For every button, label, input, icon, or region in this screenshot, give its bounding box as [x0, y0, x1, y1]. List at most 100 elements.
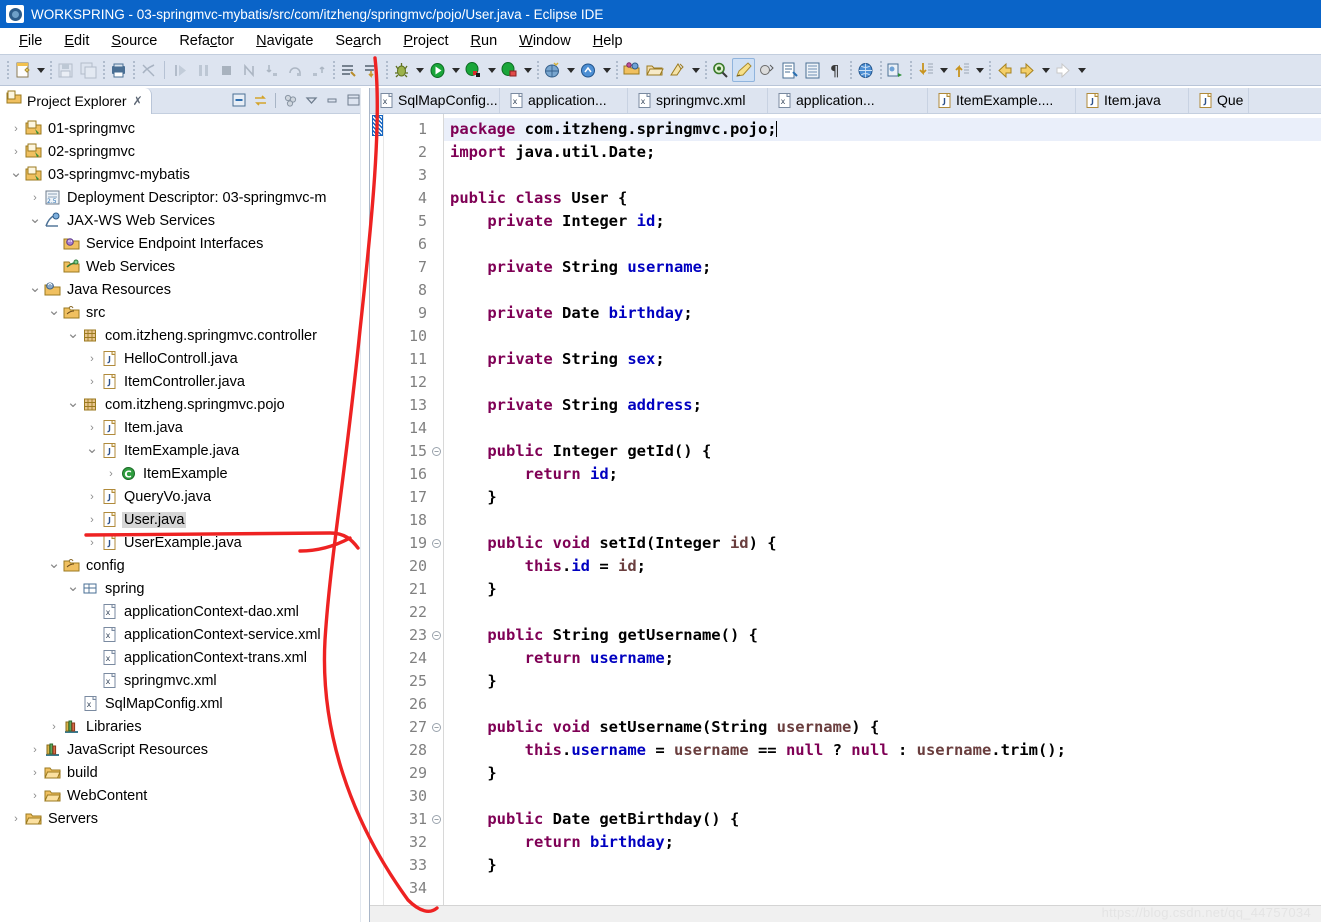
tree-item[interactable]: ⌄ config [0, 554, 369, 577]
view-menu-dots-icon[interactable] [280, 91, 301, 111]
code-line[interactable] [444, 233, 1321, 256]
editor-tab[interactable]: x SqlMapConfig... [370, 88, 500, 113]
java-editor[interactable]: 1 2 3 4 5 6 7 8 9 10 11 12 13 14 15−16 17 18 19−20 21 22 23−… [370, 114, 1321, 905]
next-annotation-icon[interactable] [914, 58, 937, 82]
code-line[interactable]: private String sex; [444, 348, 1321, 371]
chevron-right-icon[interactable]: › [84, 376, 100, 388]
code-line[interactable] [444, 325, 1321, 348]
terminate-icon[interactable] [215, 58, 238, 82]
step-return-icon[interactable] [307, 58, 330, 82]
chevron-down-icon[interactable]: ⌄ [46, 554, 62, 572]
forward-disabled-dropdown-arrow[interactable] [1075, 58, 1088, 82]
skip-breakpoints-icon[interactable] [337, 58, 360, 82]
collapse-all-icon[interactable] [229, 91, 250, 111]
previous-annotation-dropdown-arrow[interactable] [973, 58, 986, 82]
menu-item-search[interactable]: Search [324, 33, 392, 49]
code-line[interactable] [444, 877, 1321, 900]
code-line[interactable]: package com.itzheng.springmvc.pojo; [444, 118, 1321, 141]
print-icon[interactable] [107, 58, 130, 82]
fold-collapse-icon[interactable]: − [432, 815, 441, 824]
tree-item[interactable]: ⌄ com.itzheng.springmvc.controller [0, 324, 369, 347]
save-all-icon[interactable] [77, 58, 100, 82]
tree-item[interactable]: ⌄ 03-springmvc-mybatis [0, 163, 369, 186]
chevron-down-icon[interactable]: ⌄ [27, 209, 43, 227]
open-type-icon[interactable] [620, 58, 643, 82]
new-java-class-icon[interactable] [778, 58, 801, 82]
tree-item[interactable]: › 01-springmvc [0, 117, 369, 140]
code-line[interactable] [444, 509, 1321, 532]
chevron-right-icon[interactable]: › [27, 790, 43, 802]
tree-item[interactable]: › User.java [0, 508, 369, 531]
chevron-right-icon[interactable]: › [84, 537, 100, 549]
code-line[interactable] [444, 417, 1321, 440]
external-tools-icon[interactable] [498, 58, 521, 82]
tree-item[interactable]: ⌄ spring [0, 577, 369, 600]
tree-item[interactable]: ⌄ ItemExample.java [0, 439, 369, 462]
tree-item[interactable]: › Servers [0, 807, 369, 830]
chevron-right-icon[interactable]: › [46, 721, 62, 733]
fold-collapse-icon[interactable]: − [432, 447, 441, 456]
code-line[interactable]: public void setId(Integer id) { [444, 532, 1321, 555]
menu-item-window[interactable]: Window [508, 33, 582, 49]
tree-item[interactable]: › 02-springmvc [0, 140, 369, 163]
run-dropdown-arrow[interactable] [449, 58, 462, 82]
editor-tab[interactable]: x application... [768, 88, 928, 113]
profile-icon[interactable] [577, 58, 600, 82]
tree-item[interactable]: x applicationContext-service.xml [0, 623, 369, 646]
next-annotation-dropdown-arrow[interactable] [937, 58, 950, 82]
disconnect-icon[interactable] [238, 58, 261, 82]
toggle-block-selection-icon[interactable] [801, 58, 824, 82]
chevron-right-icon[interactable]: › [84, 422, 100, 434]
show-whitespace-icon[interactable]: ¶ [824, 58, 847, 82]
code-line[interactable] [444, 693, 1321, 716]
menu-item-refactor[interactable]: Refactor [168, 33, 245, 49]
coverage-dropdown-arrow[interactable] [485, 58, 498, 82]
close-icon[interactable]: ✗ [133, 94, 143, 108]
code-line[interactable]: public String getUsername() { [444, 624, 1321, 647]
project-explorer-tab[interactable]: Project Explorer ✗ [0, 87, 152, 114]
tree-item[interactable]: › Libraries [0, 715, 369, 738]
drop-to-frame-icon[interactable] [360, 58, 383, 82]
tree-item[interactable]: › C ItemExample [0, 462, 369, 485]
code-line[interactable]: } [444, 578, 1321, 601]
chevron-down-icon[interactable]: ⌄ [46, 301, 62, 319]
editor-horizontal-scrollbar[interactable]: https://blog.csdn.net/qq_44757034 [370, 905, 1321, 922]
editor-marker-ruler[interactable] [370, 114, 384, 905]
menu-item-help[interactable]: Help [582, 33, 634, 49]
code-line[interactable]: } [444, 762, 1321, 785]
code-line[interactable]: import java.util.Date; [444, 141, 1321, 164]
code-line[interactable]: private Integer id; [444, 210, 1321, 233]
fold-collapse-icon[interactable]: − [432, 539, 441, 548]
open-web-browser-icon[interactable] [854, 58, 877, 82]
tree-item[interactable]: › QueryVo.java [0, 485, 369, 508]
menu-item-edit[interactable]: Edit [53, 33, 100, 49]
code-line[interactable]: public Integer getId() { [444, 440, 1321, 463]
code-content[interactable]: package com.itzheng.springmvc.pojo; impor… [444, 114, 1321, 905]
new-wizard-dropdown-arrow[interactable] [34, 58, 47, 82]
chevron-down-icon[interactable]: ⌄ [65, 577, 81, 595]
chevron-right-icon[interactable]: › [84, 491, 100, 503]
tree-item[interactable]: › UserExample.java [0, 531, 369, 554]
project-tree[interactable]: › 01-springmvc › 02-springmvc ⌄ 03-springmvc-… [0, 114, 369, 922]
tree-item[interactable]: x applicationContext-dao.xml [0, 600, 369, 623]
profile-dropdown-arrow[interactable] [600, 58, 613, 82]
tree-item[interactable]: › WebContent [0, 784, 369, 807]
editor-tab[interactable]: Que [1189, 88, 1249, 113]
tree-item[interactable]: › HelloControll.java [0, 347, 369, 370]
run-icon[interactable] [426, 58, 449, 82]
chevron-down-icon[interactable]: ⌄ [8, 163, 24, 181]
code-line[interactable]: } [444, 670, 1321, 693]
editor-tab[interactable]: x springmvc.xml [628, 88, 768, 113]
tree-item[interactable]: › JavaScript Resources [0, 738, 369, 761]
search-icon[interactable] [709, 58, 732, 82]
code-line[interactable]: public class User { [444, 187, 1321, 210]
code-line[interactable]: return birthday; [444, 831, 1321, 854]
chevron-right-icon[interactable]: › [27, 192, 43, 204]
chevron-right-icon[interactable]: › [103, 468, 119, 480]
external-tools-dropdown-arrow[interactable] [521, 58, 534, 82]
fold-collapse-icon[interactable]: − [432, 631, 441, 640]
menu-item-file[interactable]: File [8, 33, 53, 49]
project-explorer-scrollbar[interactable] [360, 88, 369, 922]
fold-collapse-icon[interactable]: − [432, 723, 441, 732]
previous-annotation-icon[interactable] [950, 58, 973, 82]
